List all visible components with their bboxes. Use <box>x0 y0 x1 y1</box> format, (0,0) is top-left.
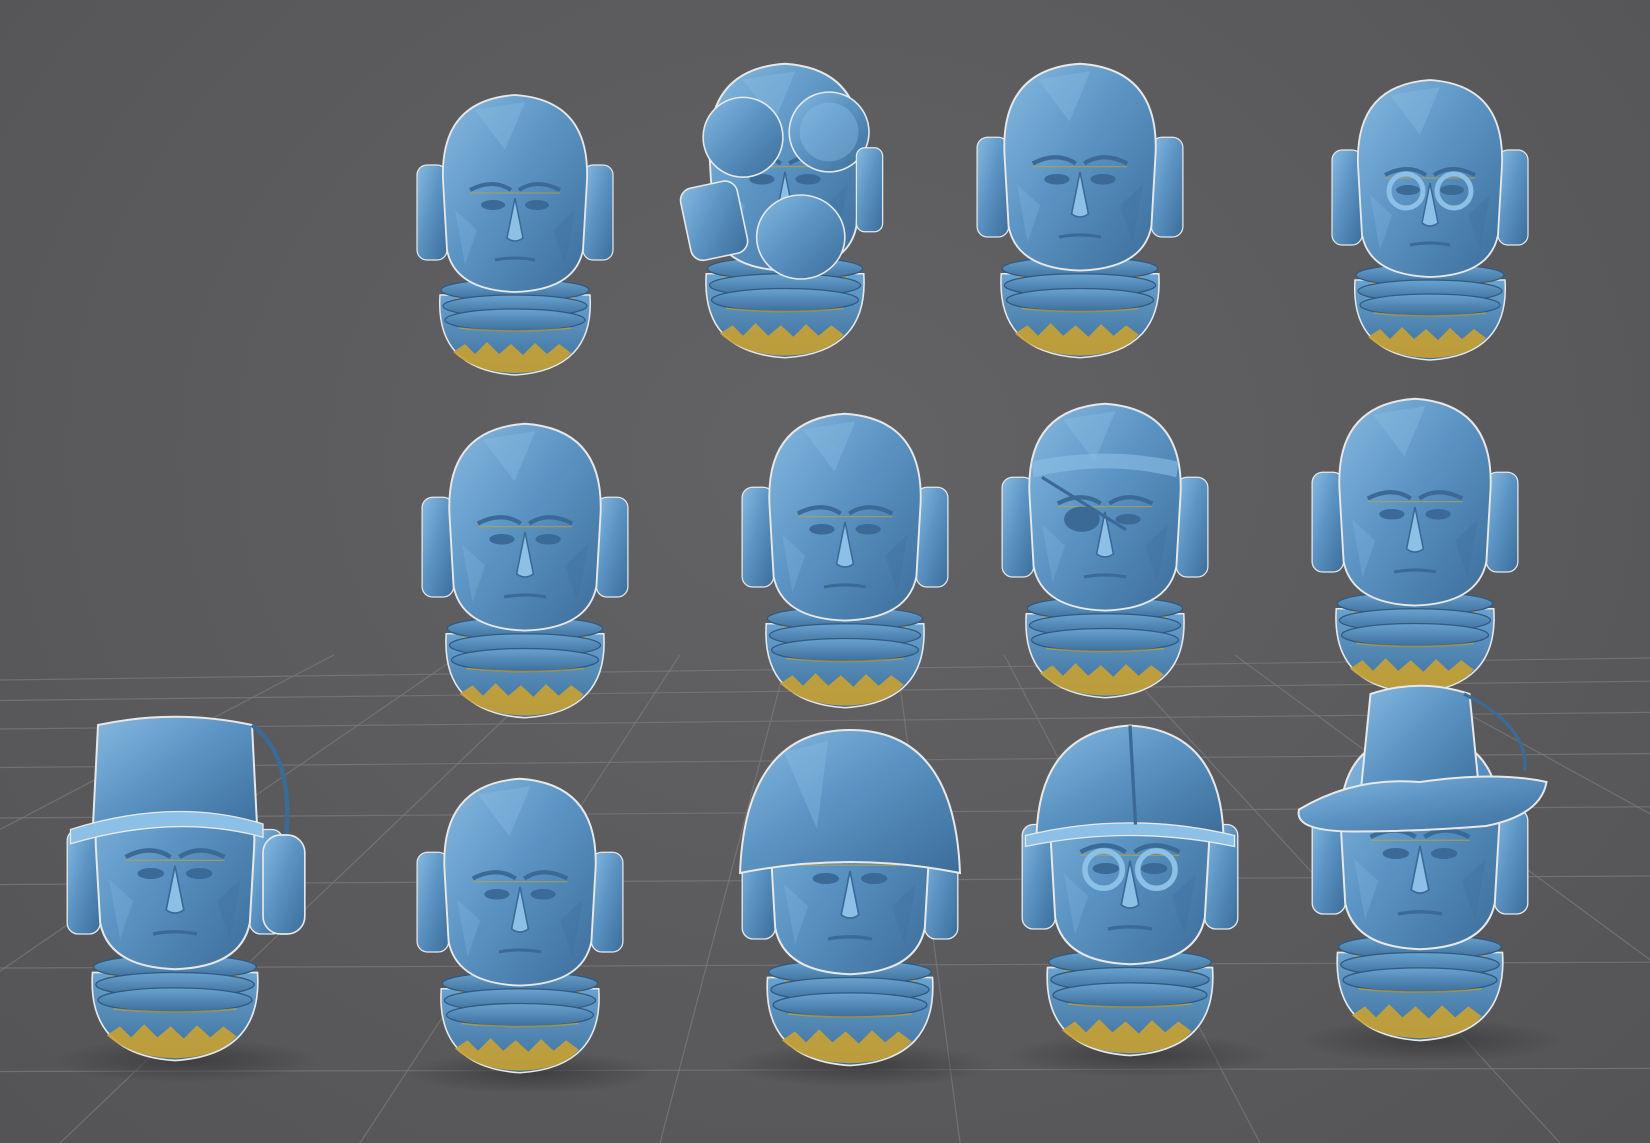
neck-ring <box>770 637 920 663</box>
eye <box>1431 848 1458 859</box>
eye <box>1440 185 1464 195</box>
cap-and-headset-head-icon[interactable] <box>53 715 318 1083</box>
eye <box>1044 174 1070 185</box>
eye <box>1382 848 1409 859</box>
eye <box>1141 863 1168 874</box>
eye <box>137 868 164 879</box>
eye <box>855 524 881 535</box>
eyepatch-head-icon[interactable] <box>1001 402 1209 699</box>
eye <box>812 873 839 884</box>
neck-ring <box>450 647 600 673</box>
army-helmet <box>738 729 962 875</box>
bald-head-with-headphones-icon[interactable] <box>416 94 614 376</box>
eye <box>809 524 835 535</box>
neck-ring <box>444 308 586 332</box>
eye <box>1092 863 1119 874</box>
mask-strap <box>855 147 884 233</box>
neck-ring <box>97 987 253 1013</box>
eye <box>1115 514 1141 525</box>
eye <box>1425 509 1451 520</box>
mask-lens-inner <box>799 102 859 162</box>
model-collection <box>53 62 1563 1094</box>
goggles-head-icon[interactable] <box>1331 79 1529 361</box>
eye <box>484 889 510 900</box>
neck-ring <box>445 1002 595 1028</box>
neck-ring <box>1340 622 1490 648</box>
neck-ring <box>772 992 928 1018</box>
army-helmet-head-icon[interactable] <box>729 729 993 1088</box>
eye <box>795 174 821 185</box>
eye <box>489 534 515 545</box>
scene-canvas[interactable] <box>0 0 1650 1143</box>
neck-ring <box>1052 982 1208 1008</box>
eye <box>1090 174 1116 185</box>
fedora-head-icon[interactable] <box>1297 684 1563 1063</box>
gas-mask-head-icon[interactable] <box>678 62 884 359</box>
eye <box>861 873 888 884</box>
eye <box>1379 509 1405 520</box>
bald-head-with-headphones-icon[interactable] <box>404 777 657 1094</box>
mask-lens <box>702 96 784 178</box>
neck-ring <box>1359 293 1501 317</box>
bald-head-with-headphones-icon[interactable] <box>976 62 1184 359</box>
eye <box>481 200 505 210</box>
head-with-headphones-icon[interactable] <box>1311 397 1519 694</box>
neck-ring <box>1342 967 1498 993</box>
eye <box>535 534 561 545</box>
neck-ring <box>710 287 860 313</box>
neck-ring <box>1005 287 1155 313</box>
eye <box>186 868 213 879</box>
mask-canister <box>755 194 846 280</box>
head-with-headphones-icon[interactable] <box>741 412 949 709</box>
neck-ring <box>1030 627 1180 653</box>
headset-cup <box>262 834 306 935</box>
eye <box>525 200 549 210</box>
3d-viewport[interactable] <box>0 0 1650 1143</box>
eye <box>1396 185 1420 195</box>
hard-hat-goggles-head-icon[interactable] <box>1009 724 1273 1078</box>
eye <box>530 889 556 900</box>
head-with-headphones-icon[interactable] <box>421 422 629 719</box>
